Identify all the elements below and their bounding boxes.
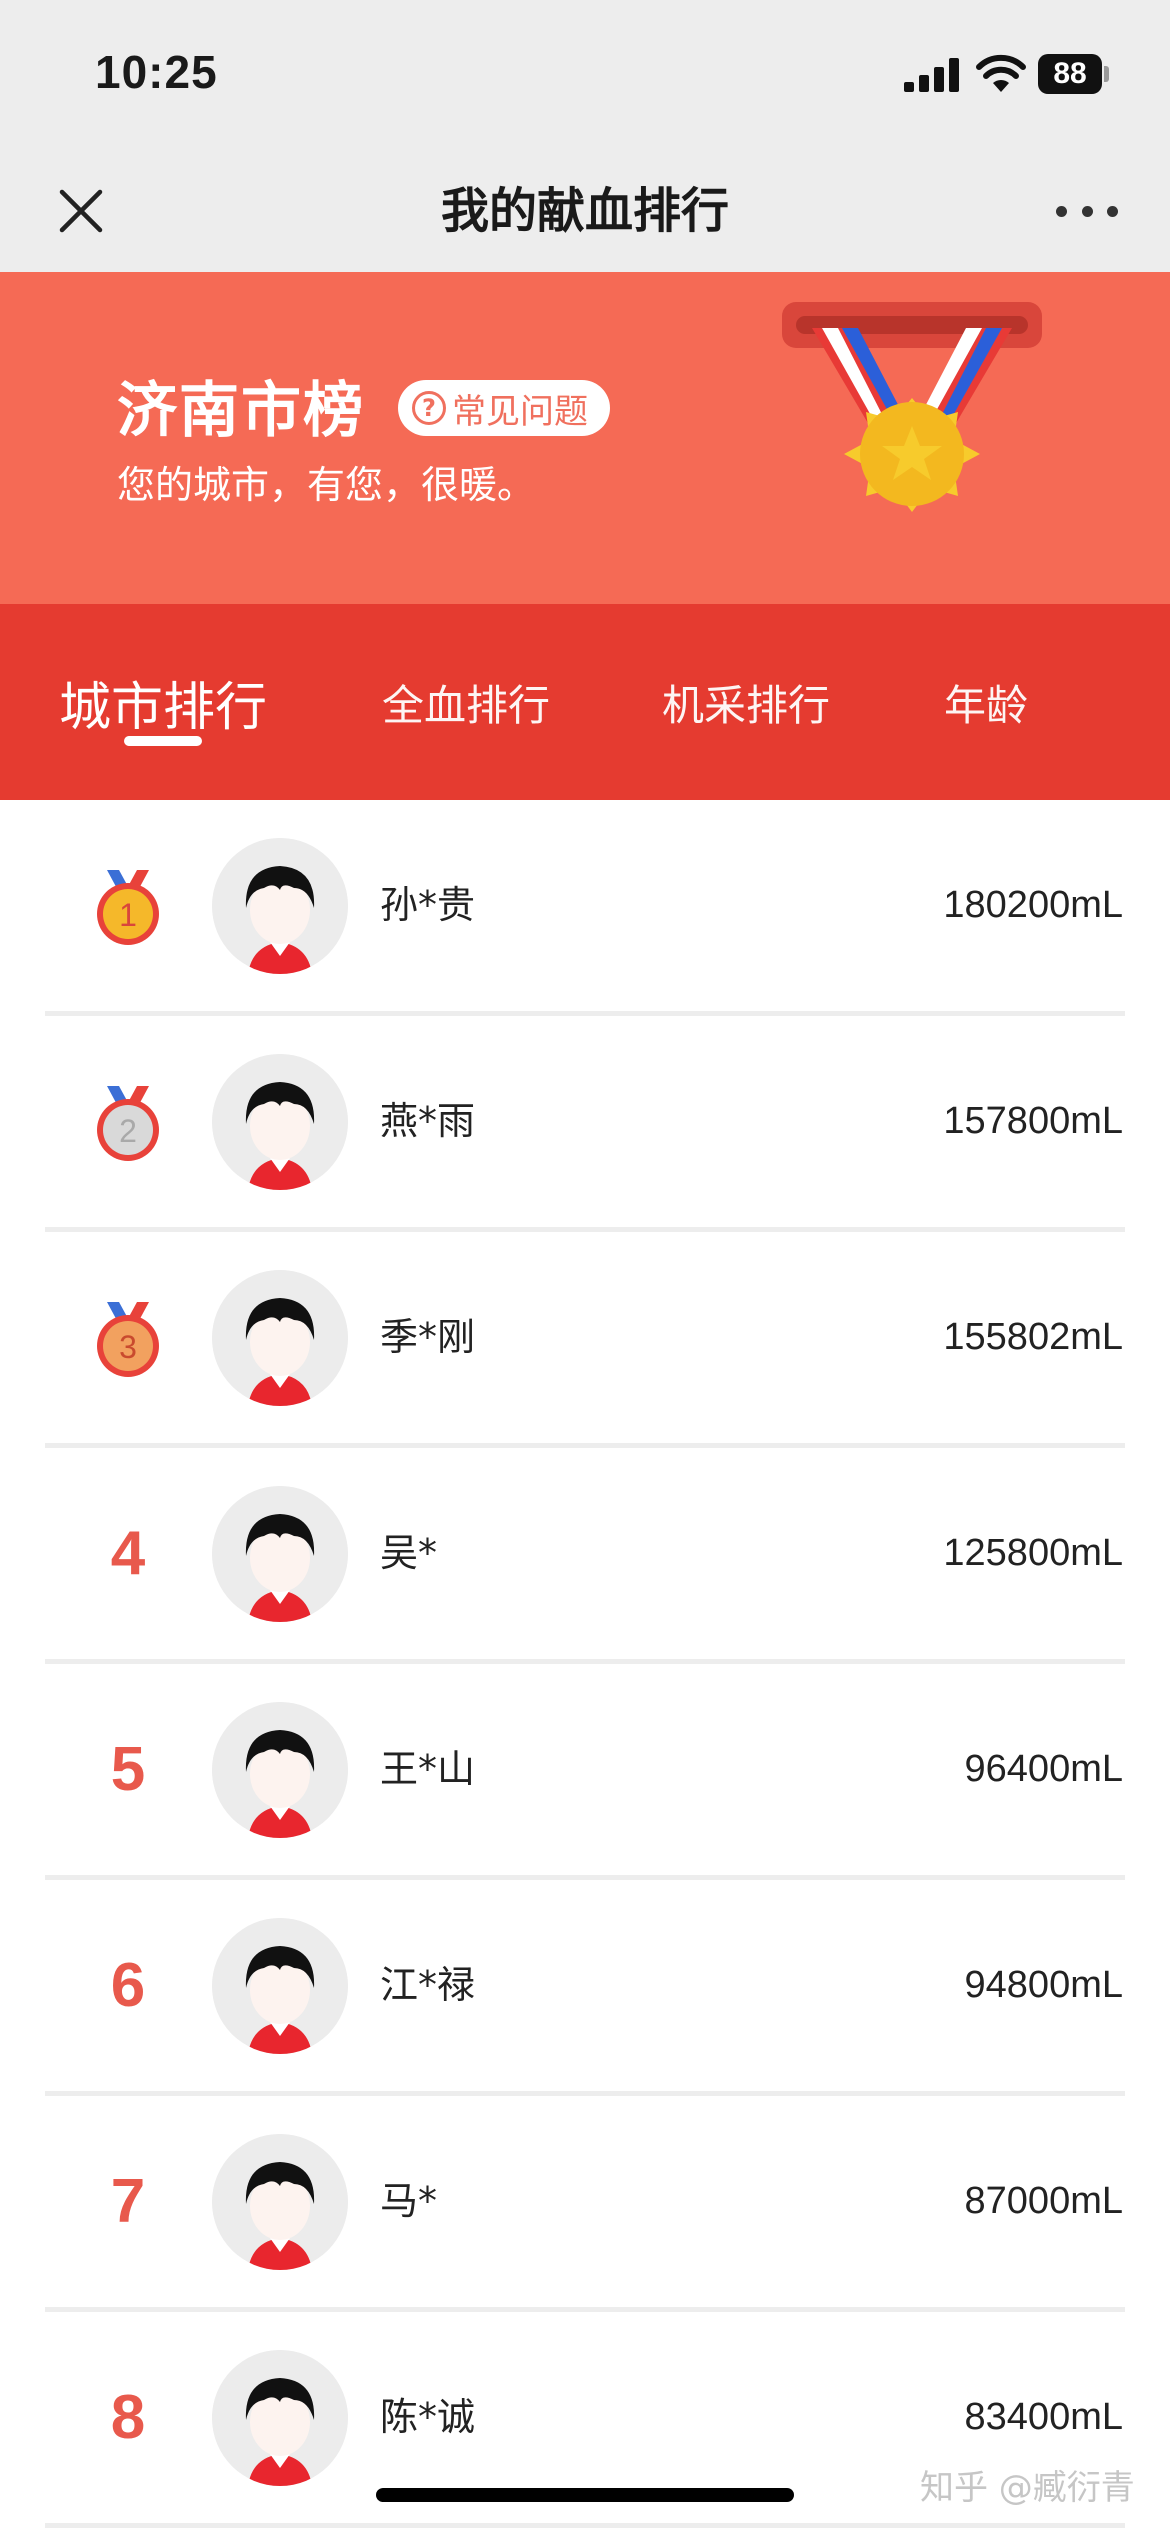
status-time: 10:25 <box>95 46 218 98</box>
donation-amount: 125800mL <box>943 1532 1123 1574</box>
city-ranking-title: 济南市榜 <box>117 376 365 446</box>
donor-name: 吴* <box>380 1531 438 1575</box>
donation-amount: 157800mL <box>943 1100 1123 1142</box>
city-banner: 济南市榜 ? 常见问题 您的城市，有您，很暖。 <box>0 272 1170 604</box>
donor-name: 马* <box>380 2179 438 2223</box>
donation-amount: 155802mL <box>943 1316 1123 1358</box>
close-icon[interactable] <box>50 180 112 242</box>
ranking-row[interactable]: 1 孙*贵 180200mL <box>0 800 1170 1016</box>
page-title: 我的献血排行 <box>440 183 729 239</box>
donation-amount: 96400mL <box>964 1748 1123 1790</box>
tab-city-ranking[interactable]: 城市排行 <box>40 604 286 800</box>
donor-name: 王*山 <box>380 1747 476 1791</box>
donor-name: 江*禄 <box>380 1963 476 2007</box>
donor-name: 燕*雨 <box>380 1099 476 1143</box>
rank-number: 6 <box>110 1951 146 2020</box>
tab-age-ranking[interactable]: 年龄 <box>916 604 1056 800</box>
faq-button[interactable]: ? 常见问题 <box>398 380 610 436</box>
avatar <box>212 838 348 974</box>
wifi-icon <box>976 54 1026 92</box>
watermark: 知乎 @臧衍青 <box>920 2468 1135 2508</box>
avatar <box>212 1702 348 1838</box>
cellular-signal-icon <box>904 58 959 92</box>
avatar <box>212 2350 348 2486</box>
avatar <box>212 1486 348 1622</box>
silver-medal-icon: 2 <box>97 1086 159 1161</box>
tab-whole-blood-ranking[interactable]: 全血排行 <box>356 604 576 800</box>
rank-number: 4 <box>110 1519 146 1588</box>
active-tab-indicator <box>124 736 202 746</box>
status-bar: 10:25 88 <box>0 0 1170 150</box>
home-indicator[interactable] <box>376 2488 794 2502</box>
avatar <box>212 2134 348 2270</box>
city-subtitle: 您的城市，有您，很暖。 <box>117 463 536 507</box>
battery-level: 88 <box>1038 54 1102 94</box>
rank-number: 8 <box>110 2383 146 2452</box>
faq-label: 常见问题 <box>452 391 588 432</box>
question-icon: ? <box>412 391 446 425</box>
more-options-icon[interactable] <box>1056 190 1118 232</box>
ranking-row[interactable]: 3 季*刚 155802mL <box>0 1232 1170 1448</box>
tab-apheresis-ranking[interactable]: 机采排行 <box>636 604 856 800</box>
battery-icon: 88 <box>1038 54 1110 94</box>
donor-name: 季*刚 <box>380 1315 476 1359</box>
medal-illustration-icon <box>782 302 1042 512</box>
tab-label: 全血排行 <box>381 680 550 730</box>
rank-number: 1 <box>119 897 137 933</box>
donation-amount: 94800mL <box>964 1964 1123 2006</box>
bronze-medal-icon: 3 <box>97 1302 159 1377</box>
ranking-row[interactable]: 7 马* 87000mL <box>0 2096 1170 2312</box>
rank-number: 5 <box>110 1735 146 1804</box>
donation-amount: 87000mL <box>964 2180 1123 2222</box>
donor-name: 孙*贵 <box>380 883 476 927</box>
ranking-tabs: 城市排行 全血排行 机采排行 年龄 <box>0 604 1170 800</box>
tab-label: 年龄 <box>943 680 1028 730</box>
rank-number: 2 <box>119 1113 137 1149</box>
ranking-row[interactable]: 2 燕*雨 157800mL <box>0 1016 1170 1232</box>
ranking-row[interactable]: 4 吴* 125800mL <box>0 1448 1170 1664</box>
nav-bar: 我的献血排行 <box>0 150 1170 272</box>
ranking-list: 1 孙*贵 180200mL 2 燕*雨 157800mL 3 季*刚 1558… <box>0 800 1170 2528</box>
tab-label: 城市排行 <box>58 677 267 738</box>
ranking-row[interactable]: 5 王*山 96400mL <box>0 1664 1170 1880</box>
avatar <box>212 1054 348 1190</box>
donation-amount: 180200mL <box>943 884 1123 926</box>
ranking-row[interactable]: 6 江*禄 94800mL <box>0 1880 1170 2096</box>
rank-number: 7 <box>110 2167 146 2236</box>
rank-number: 3 <box>119 1329 137 1365</box>
gold-medal-icon: 1 <box>97 870 159 945</box>
tab-label: 机采排行 <box>661 680 830 730</box>
avatar <box>212 1270 348 1406</box>
avatar <box>212 1918 348 2054</box>
